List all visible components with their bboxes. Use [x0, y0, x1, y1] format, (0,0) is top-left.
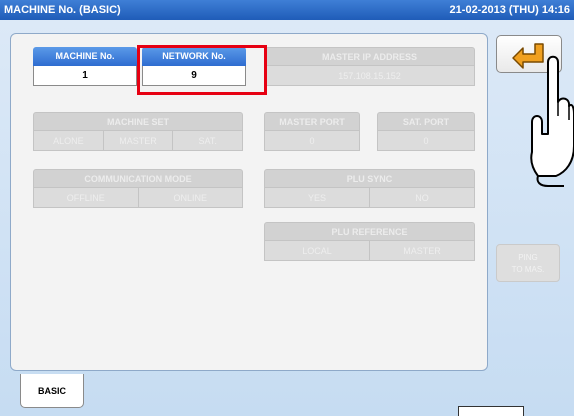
bottom-box — [458, 406, 524, 416]
window-title: MACHINE No. (BASIC) — [4, 4, 121, 16]
communication-mode-label: COMMUNICATION MODE — [33, 169, 243, 188]
pointing-hand-icon — [530, 55, 574, 187]
master-ip-value: 157.108.15.152 — [264, 66, 475, 86]
plu-reference-group: PLU REFERENCE LOCAL MASTER — [264, 222, 475, 261]
master-ip-label: MASTER IP ADDRESS — [264, 47, 475, 66]
ping-label-line2: TO MAS. — [511, 265, 545, 274]
communication-mode-group: COMMUNICATION MODE OFFLINE ONLINE — [33, 169, 243, 208]
sat-port-field: SAT. PORT 0 — [377, 112, 475, 151]
machine-set-master: MASTER — [103, 131, 174, 151]
plu-sync-label: PLU SYNC — [264, 169, 475, 188]
communication-mode-offline: OFFLINE — [33, 188, 139, 208]
plu-reference-master: MASTER — [370, 241, 475, 261]
title-bar: MACHINE No. (BASIC) 21-02-2013 (THU) 14:… — [0, 0, 574, 20]
plu-reference-local: LOCAL — [264, 241, 370, 261]
machine-no-label: MACHINE No. — [33, 47, 137, 66]
master-port-label: MASTER PORT — [264, 112, 360, 131]
master-port-value: 0 — [264, 131, 360, 151]
ping-to-master-button: PING TO MAS. — [496, 244, 560, 282]
machine-set-group: MACHINE SET ALONE MASTER SAT. — [33, 112, 244, 151]
sat-port-value: 0 — [377, 131, 475, 151]
plu-sync-yes: YES — [264, 188, 370, 208]
machine-no-value: 1 — [33, 66, 137, 86]
machine-set-sat: SAT. — [173, 131, 244, 151]
plu-sync-group: PLU SYNC YES NO — [264, 169, 475, 208]
plu-sync-no: NO — [370, 188, 475, 208]
plu-reference-label: PLU REFERENCE — [264, 222, 475, 241]
master-port-field: MASTER PORT 0 — [264, 112, 360, 151]
machine-no-field[interactable]: MACHINE No. 1 — [33, 47, 137, 86]
machine-set-alone: ALONE — [33, 131, 104, 151]
network-no-highlight — [137, 45, 267, 95]
master-ip-field: MASTER IP ADDRESS 157.108.15.152 — [264, 47, 475, 86]
ping-label-line1: PING — [518, 253, 538, 262]
communication-mode-online: ONLINE — [138, 188, 243, 208]
date-time: 21-02-2013 (THU) 14:16 — [449, 4, 570, 16]
machine-set-label: MACHINE SET — [33, 112, 243, 131]
sat-port-label: SAT. PORT — [377, 112, 475, 131]
tab-basic[interactable]: BASIC — [20, 374, 84, 408]
